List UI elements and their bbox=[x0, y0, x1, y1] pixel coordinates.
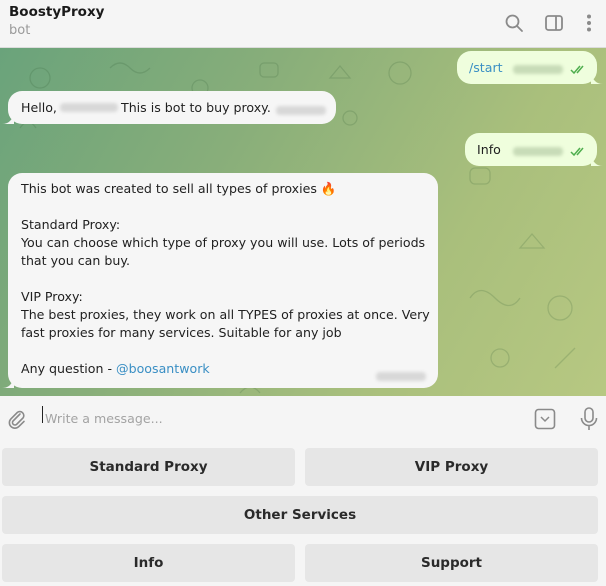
message-line: This bot was created to sell all types o… bbox=[21, 181, 337, 196]
chat-header: BoostyProxy bot bbox=[0, 0, 606, 48]
chat-subtitle: bot bbox=[9, 23, 31, 38]
message-line: You can choose which type of proxy you w… bbox=[21, 235, 426, 250]
more-vertical-icon[interactable] bbox=[578, 12, 600, 34]
greeting-text: Hello, bbox=[21, 100, 57, 115]
message-line: that you can buy. bbox=[21, 253, 130, 268]
keyboard-button-standard-proxy[interactable]: Standard Proxy bbox=[2, 448, 295, 486]
message-outgoing[interactable]: Info bbox=[465, 133, 603, 166]
bubble-tail bbox=[2, 112, 14, 124]
message-line: VIP Proxy: bbox=[21, 289, 83, 304]
message-text: Info bbox=[477, 142, 501, 157]
contact-prefix: Any question - bbox=[21, 361, 117, 376]
bot-command-link[interactable]: /start bbox=[469, 59, 503, 77]
message-body: This bot was created to sell all types o… bbox=[21, 180, 431, 378]
chat-title[interactable]: BoostyProxy bbox=[9, 4, 104, 20]
sidebar-toggle-icon[interactable] bbox=[543, 12, 565, 34]
keyboard-toggle-icon[interactable] bbox=[533, 407, 557, 431]
message-line: fast proxies for many services. Suitable… bbox=[21, 325, 342, 340]
message-line: The best proxies, they work on all TYPES… bbox=[21, 307, 430, 322]
message-time-blurred bbox=[376, 372, 426, 381]
bubble-tail bbox=[591, 154, 603, 166]
contact-username-link[interactable]: @boosantwork bbox=[116, 361, 210, 376]
keyboard-button-support[interactable]: Support bbox=[305, 544, 598, 582]
keyboard-button-other-services[interactable]: Other Services bbox=[2, 496, 598, 534]
message-time-blurred bbox=[276, 106, 326, 115]
message-line bbox=[21, 342, 431, 360]
user-name-blurred bbox=[60, 103, 118, 112]
keyboard-button-info[interactable]: Info bbox=[2, 544, 295, 582]
contact-line: Any question - @boosantwork bbox=[21, 360, 431, 378]
message-incoming-info[interactable]: This bot was created to sell all types o… bbox=[2, 173, 438, 388]
bot-reply-keyboard: Standard Proxy VIP Proxy Other Services … bbox=[0, 440, 606, 586]
bubble-tail bbox=[2, 376, 14, 388]
message-incoming[interactable]: Hello, This is bot to buy proxy. bbox=[2, 91, 336, 124]
message-list[interactable]: /start Hello, This is bot to buy proxy. … bbox=[0, 48, 606, 396]
message-input-placeholder: Write a message... bbox=[45, 411, 163, 426]
message-input[interactable]: Write a message... bbox=[40, 400, 520, 436]
microphone-icon[interactable] bbox=[578, 406, 600, 432]
bubble-tail bbox=[591, 72, 603, 84]
message-outgoing[interactable]: /start bbox=[457, 51, 603, 84]
message-line: Standard Proxy: bbox=[21, 217, 121, 232]
search-icon[interactable] bbox=[503, 12, 525, 34]
message-text: This is bot to buy proxy. bbox=[121, 100, 271, 115]
message-line bbox=[21, 270, 431, 288]
read-double-check-icon bbox=[570, 147, 584, 157]
message-composer: Write a message... bbox=[0, 396, 606, 440]
message-time-blurred bbox=[513, 65, 563, 74]
read-double-check-icon bbox=[570, 65, 584, 75]
message-line bbox=[21, 198, 431, 216]
keyboard-button-vip-proxy[interactable]: VIP Proxy bbox=[305, 448, 598, 486]
attach-icon[interactable] bbox=[6, 408, 28, 430]
message-time-blurred bbox=[513, 147, 563, 156]
